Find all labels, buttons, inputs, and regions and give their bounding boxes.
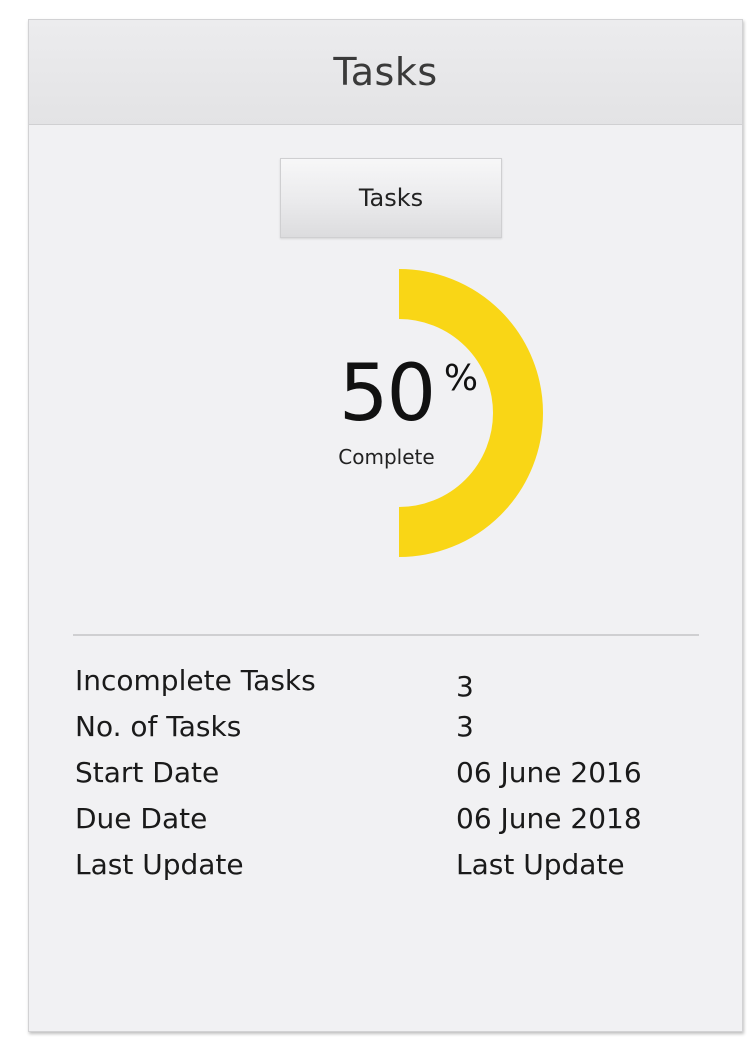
progress-percent: 50% [338,349,479,439]
tasks-tab-button[interactable]: Tasks [280,158,502,238]
card-header: Tasks [29,20,742,125]
detail-label: Start Date [75,756,220,789]
detail-row: Incomplete Tasks 3 [75,664,705,710]
detail-value: 3 [456,670,474,703]
detail-value: 06 June 2018 [456,802,642,835]
detail-value: 06 June 2016 [456,756,642,789]
tasks-card: Tasks Tasks 50% Complete Incomplete Task… [28,19,743,1032]
detail-label: Last Update [75,848,244,881]
detail-value: Last Update [456,848,625,881]
detail-row: Due Date 06 June 2018 [75,802,705,848]
percent-sign: % [443,358,479,399]
progress-gauge: 50% Complete [29,265,744,565]
divider [73,634,699,636]
detail-label: No. of Tasks [75,710,242,743]
detail-row: Last Update Last Update [75,848,705,894]
progress-label: Complete [338,445,435,469]
detail-row: No. of Tasks 3 [75,710,705,756]
detail-label: Due Date [75,802,208,835]
card-title: Tasks [333,50,438,94]
detail-label: Incomplete Tasks [75,664,316,697]
detail-value: 3 [456,710,474,743]
detail-row: Start Date 06 June 2016 [75,756,705,802]
task-details: Incomplete Tasks 3 No. of Tasks 3 Start Date… [75,664,705,894]
